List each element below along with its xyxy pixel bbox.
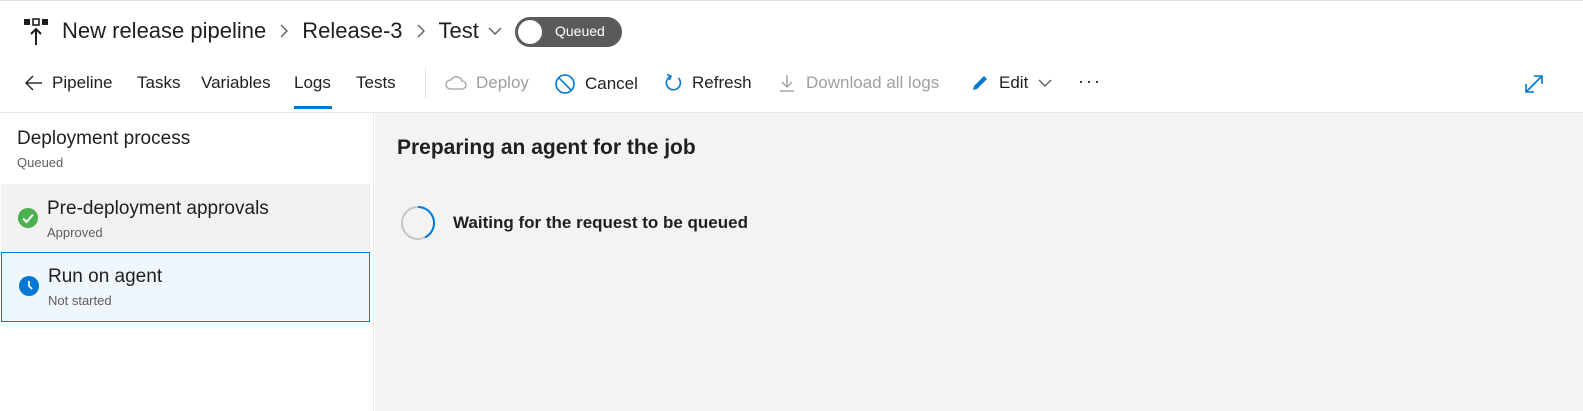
refresh-button[interactable]: Refresh <box>663 73 752 93</box>
deployment-process-panel: Deployment process Queued Pre-deployment… <box>0 113 374 411</box>
deploy-label: Deploy <box>476 73 529 92</box>
top-border <box>0 0 1583 1</box>
page-header: New release pipeline Release-3 Test Queu… <box>0 8 1583 56</box>
job-title: Preparing an agent for the job <box>397 136 696 159</box>
tab-pipeline[interactable]: Pipeline <box>24 73 113 93</box>
clock-icon <box>19 276 39 296</box>
toolbar: Pipeline Tasks Variables Logs Tests Depl… <box>0 62 1583 112</box>
tab-logs[interactable]: Logs <box>294 73 331 93</box>
status-toggle[interactable]: Queued <box>515 17 622 47</box>
toggle-knob <box>518 20 542 44</box>
toolbar-divider <box>425 68 426 98</box>
refresh-icon <box>665 73 682 91</box>
spinner-icon <box>401 205 435 240</box>
chevron-right-icon <box>279 23 289 39</box>
breadcrumb-pipeline[interactable]: New release pipeline <box>62 18 266 44</box>
deploy-button[interactable]: Deploy <box>445 73 529 93</box>
arrow-left-icon <box>25 75 42 91</box>
chevron-right-icon <box>416 23 426 39</box>
refresh-label: Refresh <box>692 73 752 92</box>
check-circle-icon <box>18 208 38 228</box>
download-icon <box>780 75 794 92</box>
cloud-icon <box>445 76 467 90</box>
breadcrumb: New release pipeline Release-3 Test <box>62 18 503 44</box>
cancel-label: Cancel <box>585 74 638 93</box>
tab-tests[interactable]: Tests <box>356 73 396 93</box>
edit-label: Edit <box>999 73 1029 92</box>
log-content-area: Preparing an agent for the job Waiting f… <box>375 113 1583 411</box>
deployment-process-title: Deployment process <box>17 128 191 149</box>
more-actions-icon[interactable]: ··· <box>1078 71 1102 92</box>
chevron-down-icon <box>1038 79 1052 87</box>
download-label: Download all logs <box>806 73 940 92</box>
active-tab-indicator <box>294 106 332 109</box>
cancel-button[interactable]: Cancel <box>554 73 638 95</box>
release-pipeline-icon <box>24 18 48 45</box>
breadcrumb-release[interactable]: Release-3 <box>302 18 402 44</box>
step-run-on-agent[interactable]: Run on agent Not started <box>1 252 370 322</box>
breadcrumb-stage[interactable]: Test <box>439 18 479 44</box>
expand-icon[interactable] <box>1523 73 1545 100</box>
tab-tasks[interactable]: Tasks <box>137 73 180 93</box>
edit-button[interactable]: Edit <box>970 73 1053 93</box>
step-status: Not started <box>48 293 112 308</box>
tab-pipeline-label: Pipeline <box>52 73 113 92</box>
tab-variables[interactable]: Variables <box>201 73 271 93</box>
pencil-icon <box>973 76 987 90</box>
step-status: Approved <box>47 225 103 240</box>
chevron-down-icon[interactable] <box>487 26 503 36</box>
toggle-label: Queued <box>555 23 605 39</box>
cancel-icon <box>555 74 575 94</box>
step-pre-deployment-approvals[interactable]: Pre-deployment approvals Approved <box>1 184 370 251</box>
download-logs-button[interactable]: Download all logs <box>777 73 939 93</box>
deployment-process-status: Queued <box>17 155 64 170</box>
job-status-text: Waiting for the request to be queued <box>453 213 748 232</box>
step-title: Pre-deployment approvals <box>47 198 269 219</box>
step-title: Run on agent <box>48 266 163 287</box>
